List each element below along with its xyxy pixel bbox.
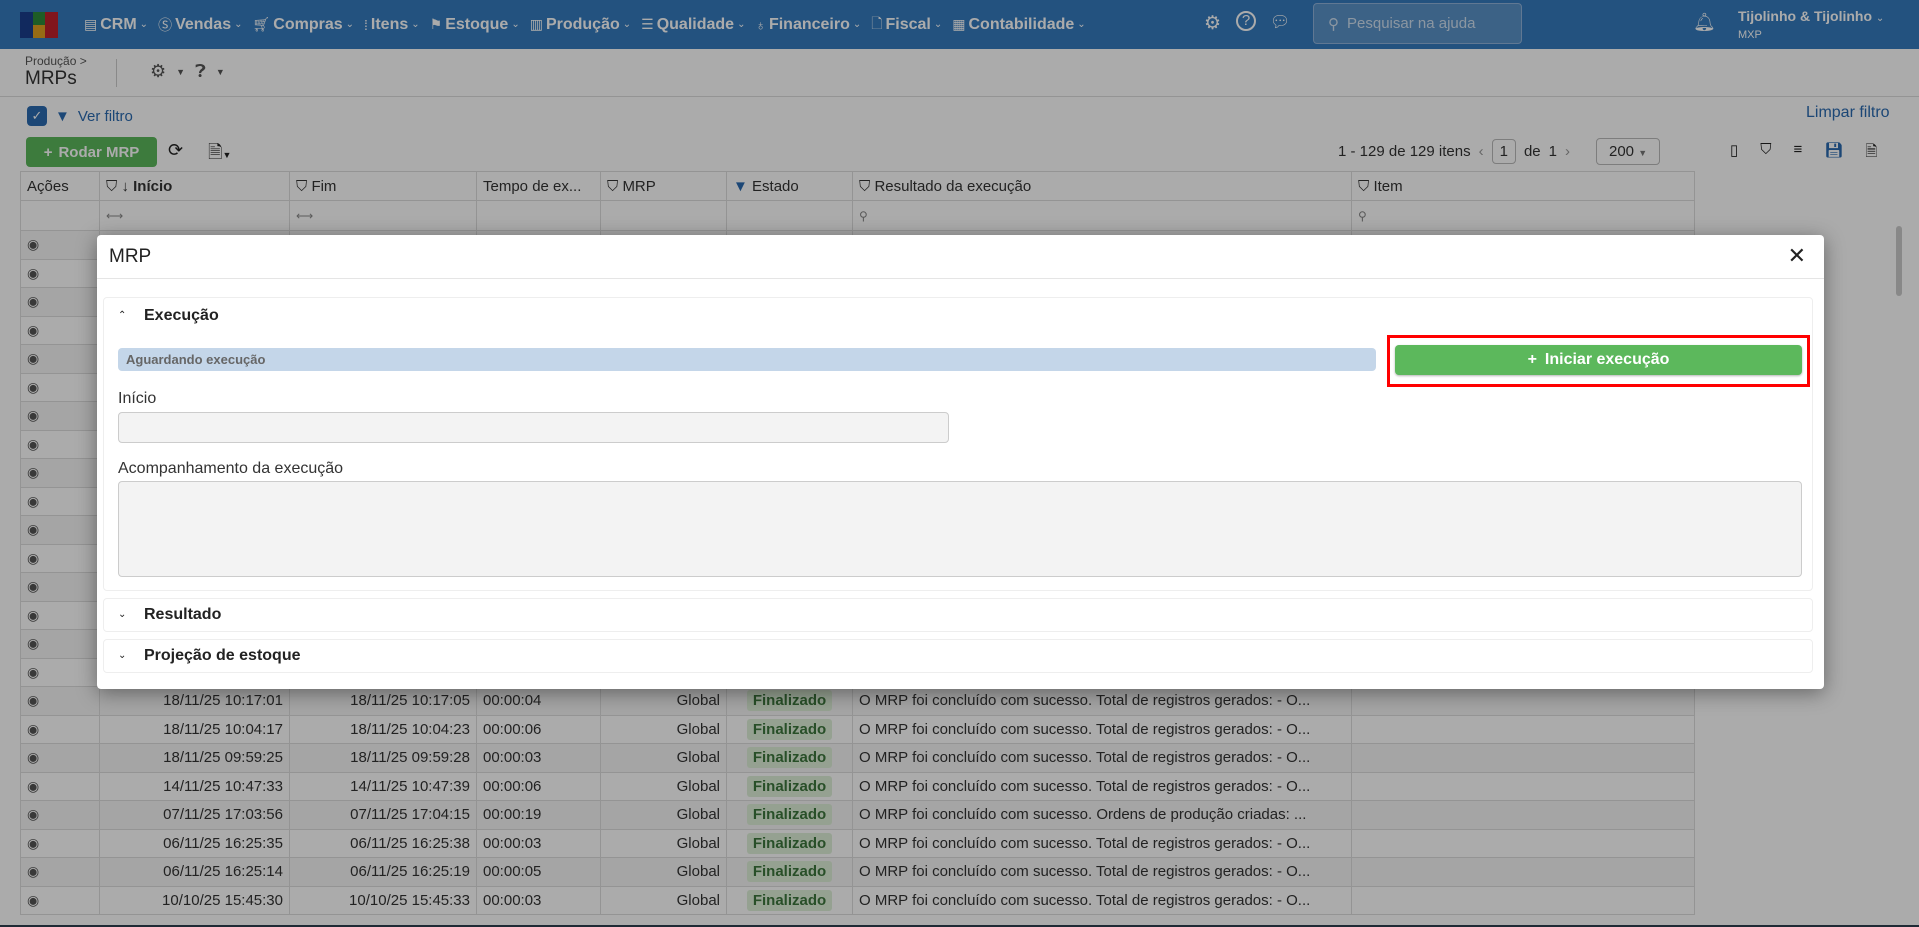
section-projecao[interactable]: ⌄ Projeção de estoque [103, 639, 1813, 673]
scrollbar[interactable] [1896, 226, 1902, 296]
acompanhamento-label: Acompanhamento da execução [118, 460, 344, 477]
inicio-field[interactable] [118, 412, 949, 443]
plus-icon: + [1527, 351, 1537, 368]
section-title: Projeção de estoque [144, 647, 301, 664]
chevron-down-icon: ⌄ [118, 650, 127, 661]
chevron-down-icon: ⌄ [118, 609, 127, 620]
chevron-up-icon[interactable]: ⌃ [118, 310, 126, 321]
section-resultado[interactable]: ⌄ Resultado [103, 598, 1813, 632]
acompanhamento-textarea[interactable] [118, 481, 1802, 577]
inicio-label: Início [118, 390, 157, 407]
start-execution-button[interactable]: + Iniciar execução [1395, 345, 1802, 375]
status-bar: Aguardando execução [118, 348, 1376, 371]
section-title: Resultado [144, 606, 222, 623]
close-icon[interactable]: ✕ [1788, 243, 1806, 269]
modal-title: MRP [109, 246, 152, 267]
section-title[interactable]: Execução [144, 307, 219, 325]
